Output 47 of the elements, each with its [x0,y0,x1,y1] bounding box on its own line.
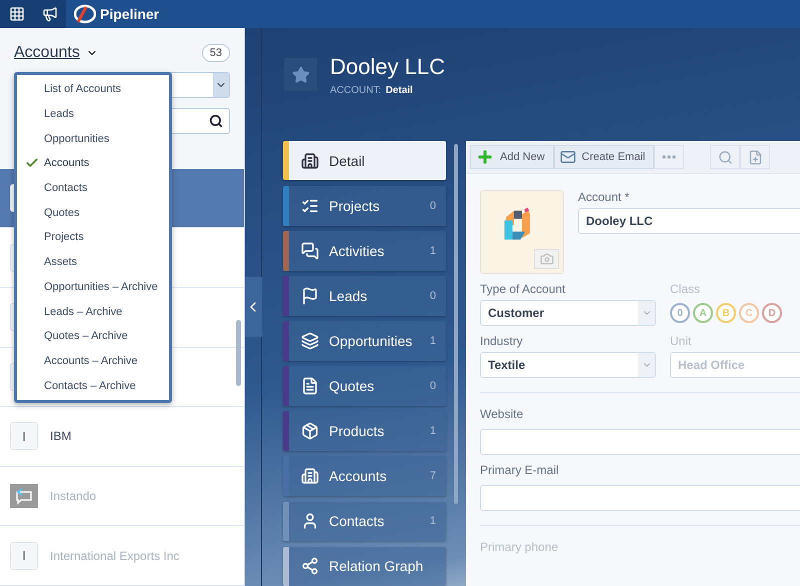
field-label: Primary E-mail [480,463,560,477]
menu-item[interactable]: Assets [17,250,169,274]
menu-item[interactable]: Opportunities – Archive [17,274,169,300]
nav-tab[interactable]: Activities 1 [283,231,446,271]
menu-item[interactable]: Projects [17,225,169,250]
nav-tab[interactable]: Opportunities 1 [283,321,446,361]
toolbar-button[interactable]: Add New [470,145,554,169]
field-label: Unit [670,334,692,348]
account-name: Instando [50,489,96,504]
account-field[interactable]: Dooley LLC [578,208,800,234]
record-view: Detail [386,85,413,96]
menu-item[interactable]: Contacts [17,176,169,200]
view-title[interactable]: Accounts [14,44,80,62]
nav-tab[interactable]: Accounts 7 [283,456,446,496]
record-title: Dooley LLC [330,54,445,80]
field-label: Industry [480,334,524,348]
field-label: Primary phone [480,540,560,554]
toolbar-button[interactable]: Create Email [554,145,654,169]
account-name: IBM [50,429,72,444]
industry-select[interactable]: Textile [480,352,656,378]
nav-tab[interactable]: Leads 0 [283,276,446,316]
account-name: International Exports Inc [50,548,180,563]
menu-item[interactable]: List of Accounts [17,77,169,102]
type-select[interactable]: Customer [480,300,656,326]
nav-tab[interactable]: Relation Graph [283,546,446,586]
menu-item[interactable]: Leads [17,102,169,126]
field-label: Account * [578,190,630,204]
nav-tab[interactable]: Projects 0 [283,186,446,226]
app-name: Pipeliner [100,6,160,22]
field-label: Website [480,407,524,421]
menu-item[interactable]: Accounts [17,151,169,176]
nav-tab[interactable]: Quotes 0 [283,366,446,406]
field-label: Class [670,282,702,296]
menu-item[interactable]: Quotes – Archive [17,324,169,349]
menu-item[interactable]: Contacts – Archive [17,373,169,398]
field-label: Type of Account [480,282,566,296]
record-count: 53 [202,44,230,62]
menu-item[interactable]: Leads – Archive [17,299,169,324]
menu-item[interactable]: Accounts – Archive [17,348,169,374]
nav-tab[interactable]: Contacts 1 [283,502,446,541]
account-logo: I [10,422,38,450]
menu-item[interactable]: Opportunities [17,126,169,152]
menu-item[interactable]: Quotes [17,200,169,226]
account-logo: I [10,542,38,570]
nav-tab[interactable]: Products 1 [283,411,446,451]
nav-tab[interactable]: Detail [283,141,446,180]
record-type: ACCOUNT: [330,85,382,96]
